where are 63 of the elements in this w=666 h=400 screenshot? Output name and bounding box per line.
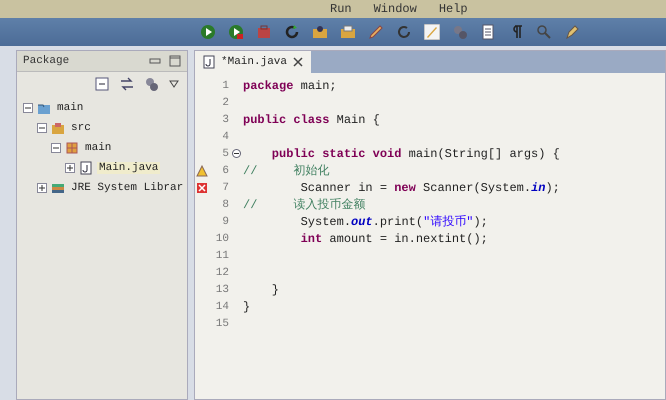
menu-item[interactable]: Help [438,2,468,16]
code-line: public class Main { [243,112,380,126]
line-number: 5 [221,148,229,160]
close-icon[interactable] [293,57,304,67]
code-line: package main; [243,78,337,92]
tree-item[interactable]: main [83,142,114,154]
code-line: } [270,282,280,296]
collapse-icon[interactable] [23,103,33,113]
code-line: } [243,300,250,314]
play-icon[interactable] [200,24,216,40]
tree-item[interactable]: Main.java [97,162,160,174]
line-number: 7 [221,182,229,194]
collapse-icon[interactable] [37,123,47,133]
gears-icon[interactable] [145,77,159,91]
java-file-icon [79,161,93,175]
line-number: 11 [214,250,229,262]
line-number: 10 [214,232,229,244]
maximize-icon[interactable] [169,55,181,67]
line-number: 15 [214,318,229,330]
library-books-icon [51,181,65,195]
menu-item[interactable]: Window [374,2,417,16]
line-number: 4 [221,130,229,142]
line-number: 8 [221,198,229,210]
fold-icon[interactable] [232,149,240,158]
expand-icon[interactable] [37,183,47,193]
java-file-icon [203,55,215,69]
debug-icon[interactable] [228,24,244,40]
pen-icon[interactable] [564,24,580,40]
line-number: 13 [214,284,229,296]
code-line: public static void main(String[] args) { [270,146,560,160]
line-number: 12 [214,266,229,278]
tree-item[interactable]: JRE System Librar [69,182,186,194]
editor-tab[interactable]: *Main.java [195,51,312,73]
line-number: 9 [221,216,229,228]
code-line: Scanner in = new Scanner(System.in); [300,180,560,194]
tree-item[interactable]: src [69,122,93,134]
package-icon [65,141,79,155]
line-number: 3 [221,114,229,126]
line-number: 2 [221,96,229,108]
line-number: 14 [214,300,229,312]
code-line: // 读入投币金额 [243,197,366,213]
collapse-all-icon[interactable] [95,77,109,91]
document-icon[interactable] [480,24,496,40]
warning-marker-icon[interactable] [196,164,208,176]
line-number: 6 [221,164,229,176]
view-menu-icon[interactable] [169,80,179,88]
folder-icon[interactable] [340,24,356,40]
minimize-icon[interactable] [149,56,161,66]
code-line: // 初始化 [243,163,330,179]
pencil-icon[interactable] [368,24,384,40]
error-marker-icon[interactable] [196,182,208,194]
source-folder-icon [51,121,65,135]
collapse-icon[interactable] [51,143,61,153]
folder-icon[interactable] [312,24,328,40]
link-arrows-icon[interactable] [119,77,135,91]
line-number: 1 [221,80,229,92]
code-line: System.out.print("请投币"); [300,214,488,230]
menu-item[interactable]: Run [330,2,352,16]
refresh-icon[interactable] [284,24,300,40]
expand-icon[interactable] [65,163,75,173]
tree-item[interactable]: main [55,102,86,114]
code-line: int amount = in.nextint(); [300,232,488,246]
refresh-icon[interactable] [396,24,412,40]
